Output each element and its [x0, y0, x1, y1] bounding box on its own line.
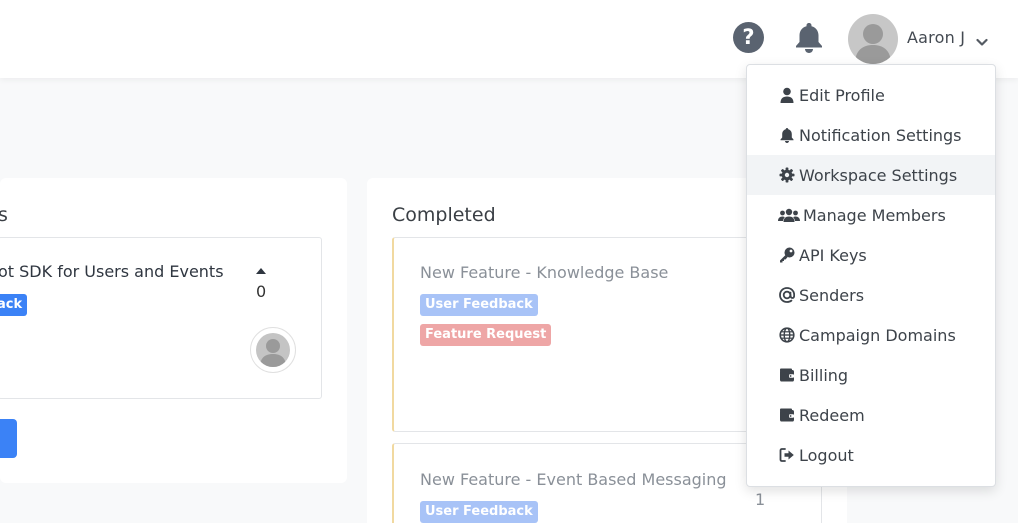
menu-item-label: Manage Members — [803, 205, 946, 225]
menu-item-label: Logout — [799, 445, 854, 465]
menu-item-redeem[interactable]: Redeem — [747, 395, 995, 435]
menu-item-label: Redeem — [799, 405, 865, 425]
gear-icon — [778, 166, 796, 184]
menu-item-label: Notification Settings — [799, 125, 962, 145]
feature-tag: User Feedback — [420, 501, 538, 523]
user-dropdown-menu: Edit Profile Notification Settings Works… — [746, 64, 996, 487]
menu-item-edit-profile[interactable]: Edit Profile — [747, 75, 995, 115]
wallet-icon — [778, 406, 796, 424]
help-icon[interactable]: ? — [733, 22, 764, 53]
menu-item-manage-members[interactable]: Manage Members — [747, 195, 995, 235]
menu-item-senders[interactable]: Senders — [747, 275, 995, 315]
feature-card-title[interactable]: ot SDK for Users and Events — [0, 262, 224, 281]
at-icon — [778, 286, 796, 304]
menu-item-notification-settings[interactable]: Notification Settings — [747, 115, 995, 155]
bell-icon — [778, 126, 796, 144]
assignee-avatar — [250, 327, 296, 373]
feature-tag: Feature Request — [420, 324, 552, 346]
key-icon — [778, 246, 796, 264]
logout-icon — [778, 446, 796, 464]
user-name[interactable]: Aaron J — [907, 28, 965, 47]
menu-item-logout[interactable]: Logout — [747, 435, 995, 475]
menu-item-label: Billing — [799, 365, 849, 385]
chevron-down-icon[interactable] — [976, 33, 988, 46]
menu-item-label: Edit Profile — [799, 85, 885, 105]
menu-item-workspace-settings[interactable]: Workspace Settings — [747, 155, 995, 195]
user-avatar[interactable] — [848, 14, 898, 64]
upvote-arrow-icon[interactable] — [256, 268, 266, 274]
menu-item-billing[interactable]: Billing — [747, 355, 995, 395]
feature-card-title[interactable]: New Feature - Knowledge Base — [420, 263, 668, 282]
feature-tag: User Feedback — [420, 294, 538, 316]
menu-item-campaign-domains[interactable]: Campaign Domains — [747, 315, 995, 355]
add-card-button[interactable] — [0, 419, 17, 458]
wallet-icon — [778, 366, 796, 384]
column-title-completed: Completed — [392, 204, 496, 226]
vote-count: 0 — [256, 282, 267, 301]
menu-item-label: Campaign Domains — [799, 325, 956, 345]
column-title-left: s — [0, 204, 8, 226]
menu-item-label: Senders — [799, 285, 865, 305]
users-icon — [778, 206, 800, 224]
vote-count: 1 — [755, 490, 766, 509]
menu-item-label: API Keys — [799, 245, 867, 265]
menu-item-api-keys[interactable]: API Keys — [747, 235, 995, 275]
user-icon — [778, 86, 796, 104]
globe-icon — [778, 326, 796, 344]
feature-card-title[interactable]: New Feature - Event Based Messaging — [420, 470, 727, 489]
menu-item-label: Workspace Settings — [799, 165, 958, 185]
feature-tag: ack — [0, 294, 28, 316]
notification-bell-icon[interactable] — [794, 21, 824, 53]
